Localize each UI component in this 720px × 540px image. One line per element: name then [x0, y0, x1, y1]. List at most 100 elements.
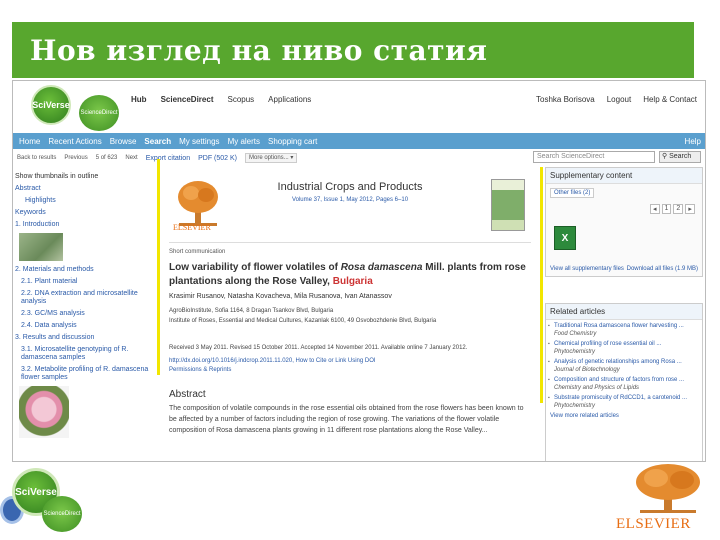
- related-item-title[interactable]: Substrate promiscuity of RdCCD1, a carot…: [554, 395, 687, 401]
- pdf-download-button[interactable]: PDF (502 K): [198, 155, 237, 162]
- sciencedirect-logo[interactable]: ScienceDirect: [79, 95, 119, 131]
- rose-figure-thumbnail[interactable]: [19, 386, 69, 438]
- outline-item-dna-extraction[interactable]: 2.2. DNA extraction and microsatellite a…: [15, 290, 151, 306]
- sciencedirect-logo-text: ScienceDirect: [80, 110, 118, 116]
- affiliation-a: AgroBioInstitute, Sofia 1164, 8 Dragan T…: [169, 308, 334, 314]
- search-button[interactable]: ⚲ Search: [659, 151, 701, 163]
- logout-link[interactable]: Logout: [607, 95, 631, 104]
- bottom-sciencedirect-text: ScienceDirect: [43, 511, 81, 517]
- outline-item-plant-material[interactable]: 2.1. Plant material: [15, 278, 151, 286]
- supplementary-pager: ◂ 1 2 ▸: [650, 204, 695, 214]
- outline-item-methods[interactable]: 2. Materials and methods: [15, 266, 151, 274]
- journal-cover-image[interactable]: [491, 179, 525, 231]
- top-link-hub[interactable]: Hub: [131, 95, 147, 104]
- nav-home[interactable]: Home: [19, 137, 40, 146]
- permissions-link[interactable]: Permissions & Reprints: [169, 367, 231, 373]
- supplementary-heading: Supplementary content: [546, 168, 702, 184]
- affiliation-b: Institute of Roses, Essential and Medica…: [169, 318, 437, 324]
- related-item-source: Chemistry and Physics of Lipids: [554, 385, 640, 391]
- nav-my-settings[interactable]: My settings: [179, 137, 219, 146]
- search-input[interactable]: Search ScienceDirect: [533, 151, 655, 163]
- related-item-title[interactable]: Traditional Rosa damascena flower harves…: [554, 323, 684, 329]
- outline-item-highlights[interactable]: Highlights: [15, 197, 151, 205]
- nav-search[interactable]: Search: [144, 137, 171, 146]
- download-all-files-link[interactable]: Download all files (1.9 MB): [627, 266, 698, 272]
- elsevier-wordmark: ELSEVIER: [173, 223, 211, 232]
- main-nav: Home Recent Actions Browse Search My set…: [13, 133, 705, 149]
- outline-item-results[interactable]: 3. Results and discussion: [15, 334, 151, 342]
- related-item-title[interactable]: Chemical profiling of rose essential oil…: [554, 341, 661, 347]
- sciverse-logo[interactable]: SciVerse: [31, 85, 71, 125]
- doi-link[interactable]: http://dx.doi.org/10.1016/j.indcrop.2011…: [169, 358, 529, 364]
- related-item[interactable]: Substrate promiscuity of RdCCD1, a carot…: [546, 392, 702, 410]
- pager-page-2[interactable]: 2: [673, 204, 684, 214]
- user-name[interactable]: Toshka Borisova: [536, 95, 595, 104]
- pager-page-1[interactable]: 1: [661, 204, 672, 214]
- next-link[interactable]: Next: [125, 155, 137, 161]
- outline-item-gcms[interactable]: 2.3. GC/MS analysis: [15, 310, 151, 318]
- search-icon: ⚲: [662, 153, 668, 160]
- slide: Нов изглед на ниво статия SciVerse Scien…: [0, 0, 720, 540]
- outline-item-metabolite[interactable]: 3.2. Metabolite profiling of R. damascen…: [15, 366, 151, 382]
- top-link-sciencedirect[interactable]: ScienceDirect: [161, 95, 214, 104]
- nav-my-alerts[interactable]: My alerts: [228, 137, 260, 146]
- related-item-title[interactable]: Analysis of genetic relationships among …: [554, 359, 682, 365]
- journal-header: ELSEVIER Industrial Crops and Products V…: [169, 169, 531, 243]
- other-files-tab[interactable]: Other files (2): [550, 188, 595, 198]
- slide-title: Нов изглед на ниво статия: [30, 33, 488, 67]
- nav-browse[interactable]: Browse: [110, 137, 137, 146]
- title-species: Rosa damascena: [340, 262, 423, 273]
- nav-shopping-cart[interactable]: Shopping cart: [268, 137, 317, 146]
- abstract-text: The composition of volatile compounds in…: [169, 405, 524, 434]
- elsevier-tree-logo-icon: [636, 464, 700, 513]
- related-heading: Related articles: [546, 304, 702, 320]
- guide-line-left: [157, 159, 160, 375]
- pager-prev-icon[interactable]: ◂: [650, 204, 660, 214]
- article-title: Low variability of flower volatiles of R…: [169, 261, 529, 289]
- article-type: Short communication: [169, 249, 226, 255]
- top-links: Hub ScienceDirect Scopus Applications: [131, 95, 311, 104]
- outline-item-genotyping[interactable]: 3.1. Microsatellite genotyping of R. dam…: [15, 346, 151, 362]
- bottom-sciverse-text: SciVerse: [15, 486, 57, 498]
- view-more-related-link[interactable]: View more related articles: [546, 410, 702, 422]
- export-citation-button[interactable]: Export citation: [146, 155, 190, 162]
- previous-link[interactable]: Previous: [64, 155, 87, 161]
- related-item[interactable]: Composition and structure of factors fro…: [546, 374, 702, 392]
- back-to-results-link[interactable]: Back to results: [17, 155, 56, 161]
- top-bar: SciVerse ScienceDirect Hub ScienceDirect…: [13, 81, 705, 133]
- outline-item-keywords[interactable]: Keywords: [15, 209, 151, 217]
- chevron-down-icon: ▾: [290, 155, 294, 161]
- pager-next-icon[interactable]: ▸: [685, 204, 695, 214]
- related-item-source: Phytochemistry: [554, 349, 596, 355]
- related-item-source: Journal of Biotechnology: [554, 367, 620, 373]
- title-place: Bulgaria: [332, 276, 373, 287]
- view-all-files-link[interactable]: View all supplementary files: [550, 266, 624, 272]
- journal-title[interactable]: Industrial Crops and Products: [169, 181, 531, 193]
- outline-item-abstract[interactable]: Abstract: [15, 185, 151, 193]
- related-item[interactable]: Analysis of genetic relationships among …: [546, 356, 702, 374]
- nav-recent-actions[interactable]: Recent Actions: [48, 137, 101, 146]
- article-outline: Show thumbnails in outline Abstract High…: [13, 169, 153, 461]
- journal-volume[interactable]: Volume 37, Issue 1, May 2012, Pages 6–10: [169, 197, 531, 203]
- outline-thumbnails-toggle[interactable]: Show thumbnails in outline: [15, 173, 151, 181]
- article-history: Received 3 May 2011. Revised 15 October …: [169, 345, 468, 351]
- search-button-label: Search: [669, 153, 692, 160]
- top-link-applications[interactable]: Applications: [268, 95, 311, 104]
- article-body: ELSEVIER Industrial Crops and Products V…: [163, 167, 543, 461]
- related-item-title[interactable]: Composition and structure of factors fro…: [554, 377, 684, 383]
- more-options-dropdown[interactable]: More options... ▾: [245, 153, 298, 163]
- related-item[interactable]: Traditional Rosa damascena flower harves…: [546, 320, 702, 338]
- related-item[interactable]: Chemical profiling of rose essential oil…: [546, 338, 702, 356]
- outline-item-introduction[interactable]: 1. Introduction: [15, 221, 151, 229]
- sciencedirect-screenshot: SciVerse ScienceDirect Hub ScienceDirect…: [12, 80, 706, 462]
- nav-help[interactable]: Help: [685, 137, 701, 146]
- abstract-heading: Abstract: [169, 389, 206, 400]
- article-authors[interactable]: Krasimir Rusanov, Natasha Kovacheva, Mil…: [169, 293, 529, 300]
- related-item-source: Food Chemistry: [554, 331, 597, 337]
- help-contact-link[interactable]: Help & Contact: [643, 95, 697, 104]
- bottom-sciencedirect-logo: ScienceDirect: [42, 496, 82, 532]
- outline-item-data-analysis[interactable]: 2.4. Data analysis: [15, 322, 151, 330]
- top-link-scopus[interactable]: Scopus: [227, 95, 254, 104]
- outline-thumbnail-image[interactable]: [19, 233, 63, 261]
- excel-file-icon[interactable]: X: [554, 226, 576, 250]
